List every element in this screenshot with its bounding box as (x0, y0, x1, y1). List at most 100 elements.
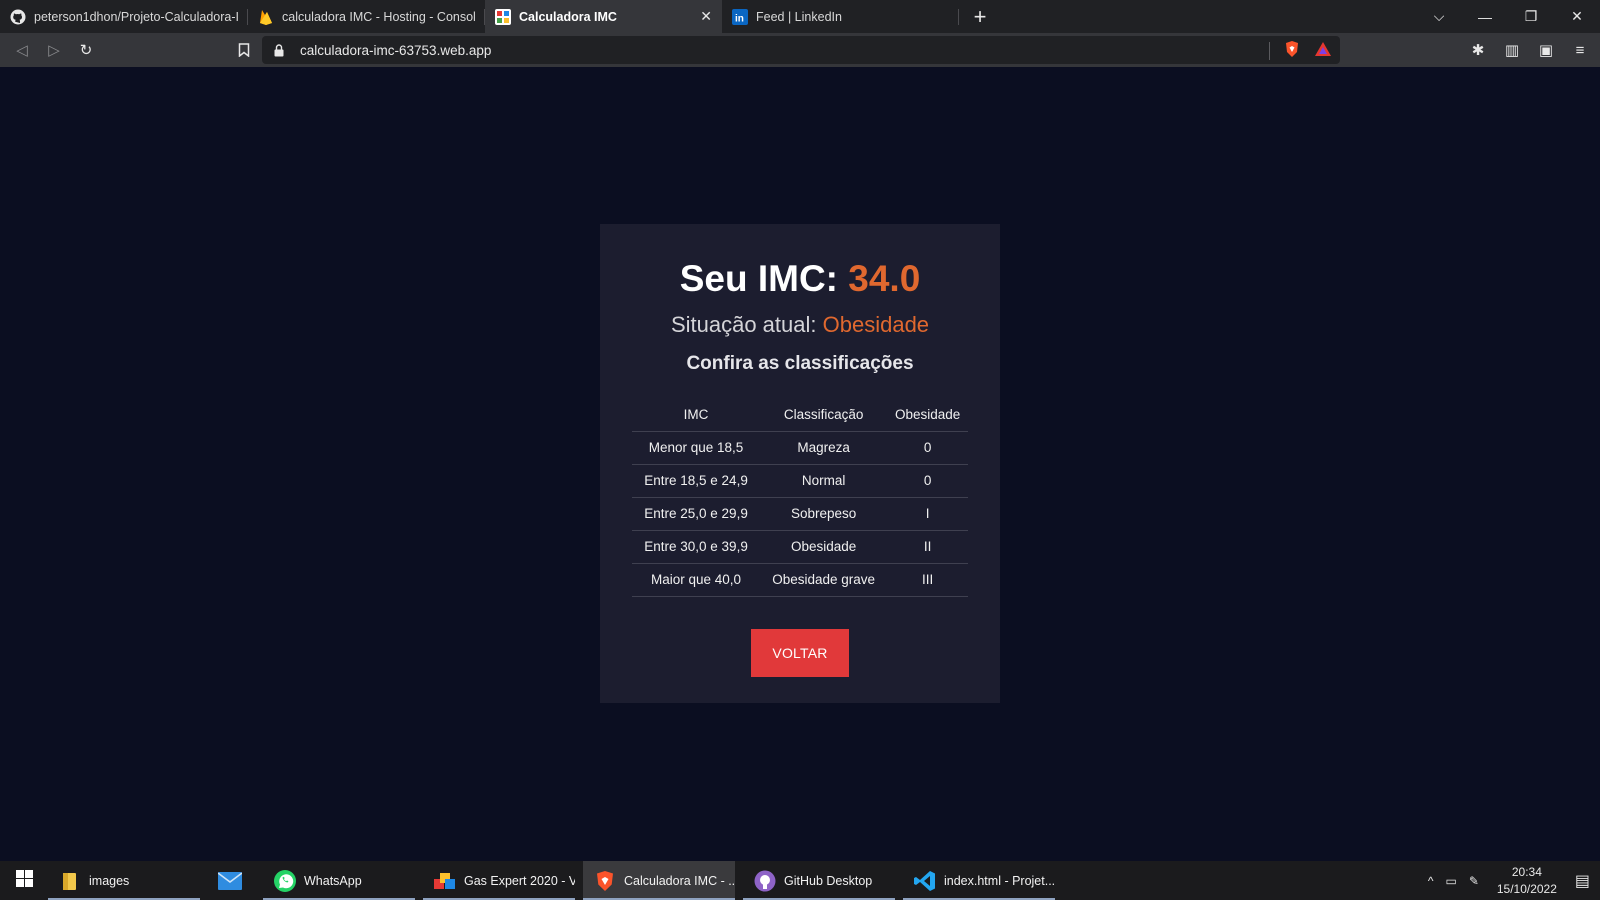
table-row: Maior que 40,0 Obesidade grave III (632, 563, 968, 597)
taskbar-label: Gas Expert 2020 - V... (464, 873, 575, 888)
table-cell: Obesidade grave (760, 563, 888, 597)
tab-calculadora-imc[interactable]: Calculadora IMC ✕ (485, 0, 722, 33)
table-row: Entre 18,5 e 24,9 Normal 0 (632, 464, 968, 498)
back-icon[interactable]: ◁ (6, 36, 38, 64)
notification-icon[interactable]: ▤ (1575, 871, 1590, 891)
minimize-icon[interactable]: — (1462, 0, 1508, 33)
taskbar-label: WhatsApp (304, 873, 362, 888)
svg-text:in: in (735, 13, 744, 24)
table-cell: Entre 18,5 e 24,9 (632, 464, 761, 498)
table-row: Entre 30,0 e 39,9 Obesidade II (632, 530, 968, 564)
windows-taskbar: images WhatsApp Gas Expert 2020 - V... C… (0, 861, 1600, 900)
clock-date: 15/10/2022 (1496, 881, 1557, 896)
tab-title: Calculadora IMC (519, 9, 617, 24)
pen-icon[interactable]: ✎ (1469, 874, 1479, 888)
taskbar-item-mail[interactable] (208, 861, 263, 900)
url-text: calculadora-imc-63753.web.app (300, 42, 492, 58)
table-cell: Obesidade (760, 530, 888, 564)
tab-title: calculadora IMC - Hosting - Console do F… (282, 9, 475, 24)
table-cell: Entre 25,0 e 29,9 (632, 497, 761, 531)
extensions-puzzle-icon[interactable]: ✱ (1464, 36, 1492, 64)
taskbar-item-images[interactable]: images (48, 861, 200, 900)
firebase-icon (258, 9, 274, 25)
browser-tab-strip: peterson1dhon/Projeto-Calculadora-IMC ca… (0, 0, 1600, 33)
reload-icon[interactable]: ↻ (70, 36, 102, 64)
gas-expert-icon (433, 869, 457, 893)
browser-toolbar: ◁ ▷ ↻ calculadora-imc-63753.web.app ✱ ▥ … (0, 33, 1600, 67)
network-icon[interactable]: ▭ (1445, 874, 1456, 888)
linkedin-icon: in (732, 8, 748, 25)
lock-icon[interactable] (274, 43, 290, 57)
table-cell: Normal (760, 464, 888, 498)
column-header: Classificação (760, 398, 888, 432)
imc-label: Seu IMC: (679, 258, 849, 299)
github-icon (10, 9, 26, 25)
close-icon[interactable]: ✕ (700, 8, 712, 25)
status-line: Situação atual: Obesidade (600, 312, 1000, 338)
tab-linkedin[interactable]: in Feed | LinkedIn (722, 0, 959, 33)
table-cell: Sobrepeso (760, 497, 888, 531)
windows-logo-icon (15, 869, 33, 892)
table-cell: Entre 30,0 e 39,9 (632, 530, 761, 564)
window-controls: ⌵ — ❐ ✕ (1416, 0, 1600, 33)
bookmark-icon[interactable] (228, 36, 260, 64)
tab-title: peterson1dhon/Projeto-Calculadora-IMC (34, 9, 238, 24)
imc-value: 34.0 (848, 258, 921, 299)
folder-icon (58, 869, 82, 893)
clock[interactable]: 20:34 15/10/2022 (1491, 864, 1563, 898)
brave-icon (593, 869, 617, 893)
tab-firebase[interactable]: calculadora IMC - Hosting - Console do F… (248, 0, 485, 33)
brave-rewards-icon[interactable] (1314, 41, 1332, 60)
extension-icons: ✱ ▥ ▣ ≡ (1464, 36, 1594, 64)
table-row: Menor que 18,5 Magreza 0 (632, 431, 968, 465)
table-header-row: IMC Classificação Obesidade (632, 398, 968, 432)
table-row: Entre 25,0 e 29,9 Sobrepeso I (632, 497, 968, 531)
mail-icon (218, 869, 242, 893)
result-card: Seu IMC: 34.0 Situação atual: Obesidade … (600, 224, 1000, 703)
taskbar-label: GitHub Desktop (784, 873, 873, 888)
imc-favicon (495, 8, 511, 25)
menu-icon[interactable]: ≡ (1566, 36, 1594, 64)
voltar-button[interactable]: VOLTAR (751, 628, 849, 677)
classification-heading: Confira as classificações (686, 353, 914, 374)
tab-search-icon[interactable]: ⌵ (1416, 0, 1462, 33)
start-button[interactable] (0, 861, 48, 900)
forward-icon[interactable]: ▷ (38, 36, 70, 64)
window-close-icon[interactable]: ✕ (1554, 0, 1600, 33)
taskbar-label: index.html - Projet... (944, 873, 1055, 888)
taskbar-item-whatsapp[interactable]: WhatsApp (263, 861, 415, 900)
omnibox-actions (1269, 40, 1332, 61)
system-tray: ^ ▭ ✎ 20:34 15/10/2022 ▤ (1428, 861, 1600, 900)
new-tab-button[interactable]: + (959, 0, 1001, 33)
table-cell: 0 (887, 464, 968, 498)
wallet-icon[interactable]: ▣ (1532, 36, 1560, 64)
restore-icon[interactable]: ❐ (1508, 0, 1554, 33)
tab-title: Feed | LinkedIn (756, 9, 842, 24)
imc-heading: Seu IMC: 34.0 (600, 258, 1000, 300)
taskbar-item-gas-expert[interactable]: Gas Expert 2020 - V... (423, 861, 575, 900)
sidebar-icon[interactable]: ▥ (1498, 36, 1526, 64)
table-cell: Magreza (760, 431, 888, 465)
github-desktop-icon (753, 869, 777, 893)
tab-github[interactable]: peterson1dhon/Projeto-Calculadora-IMC (0, 0, 248, 33)
table-cell: Maior que 40,0 (632, 563, 761, 597)
clock-time: 20:34 (1511, 864, 1542, 879)
column-header: Obesidade (887, 398, 968, 432)
taskbar-label: Calculadora IMC - ... (624, 873, 735, 888)
table-cell: II (887, 530, 968, 564)
divider (1269, 41, 1270, 60)
chevron-up-icon[interactable]: ^ (1428, 874, 1434, 888)
taskbar-item-github-desktop[interactable]: GitHub Desktop (743, 861, 895, 900)
taskbar-label: images (89, 873, 130, 888)
whatsapp-icon (273, 869, 297, 893)
taskbar-item-brave[interactable]: Calculadora IMC - ... (583, 861, 735, 900)
table-cell: 0 (887, 431, 968, 465)
page-content: Seu IMC: 34.0 Situação atual: Obesidade … (0, 67, 1600, 861)
taskbar-item-vscode[interactable]: index.html - Projet... (903, 861, 1055, 900)
brave-shields-icon[interactable] (1284, 40, 1300, 61)
classification-table: IMC Classificação Obesidade Menor que 18… (632, 398, 968, 597)
vscode-icon (913, 869, 937, 893)
status-value: Obesidade (822, 312, 930, 337)
table-cell: Menor que 18,5 (632, 431, 761, 465)
address-bar[interactable]: calculadora-imc-63753.web.app (262, 36, 1340, 64)
